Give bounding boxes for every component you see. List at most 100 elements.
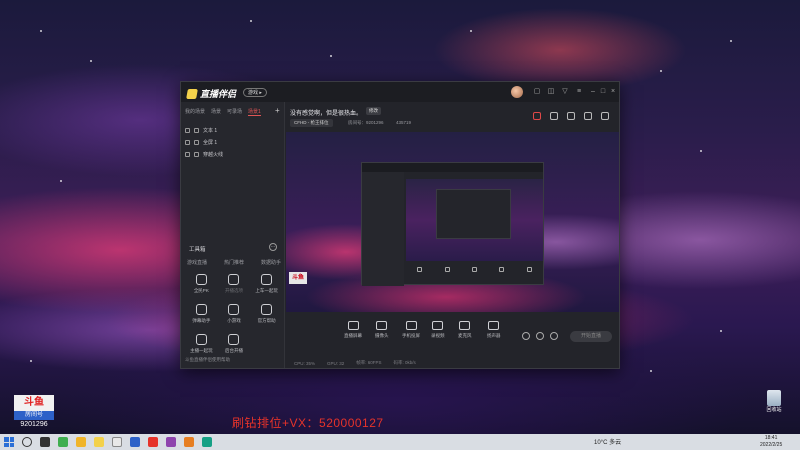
gift-icon[interactable]: ▽	[561, 88, 569, 96]
fps-stat: 帧率: 60FPS	[356, 360, 382, 365]
app-logo: 直播伴侣	[186, 87, 236, 100]
record-icon[interactable]	[533, 112, 541, 120]
wechat-icon[interactable]	[58, 437, 68, 447]
app-icon[interactable]	[130, 437, 140, 447]
tab-scene-0[interactable]: 我的场景	[185, 108, 205, 116]
avatar[interactable]	[511, 86, 523, 98]
lock-icon[interactable]	[194, 151, 199, 157]
tool-background-live[interactable]: 后台开播	[218, 334, 251, 354]
share-icon[interactable]	[601, 112, 609, 120]
close-icon[interactable]: ×	[609, 88, 617, 96]
tab-scene-1[interactable]: 场景	[211, 108, 221, 116]
gpu-stat: GPU: 32	[327, 360, 345, 366]
tool-grid: 全民PK 开播选项 上车一起玩 弹幕助手 小游戏 官方帮助 主播一起玩 后台开播	[185, 274, 283, 354]
room-id: 房间号：9201296	[348, 120, 384, 125]
nested-icon	[471, 266, 477, 272]
weather-text[interactable]: 10°C 多云	[594, 437, 621, 446]
nested-left-panel	[362, 172, 404, 286]
nested-window-2	[436, 189, 511, 239]
tool-host-play[interactable]: 主播一起玩	[185, 334, 218, 354]
lock-icon[interactable]	[194, 127, 199, 133]
edit-title-button[interactable]: 修改	[366, 107, 381, 115]
clock[interactable]: 18:41 2022/2/25	[760, 435, 782, 449]
nested-title-bar	[362, 163, 543, 172]
tab-scene-3[interactable]: 场景1	[248, 108, 261, 116]
tab-tool-2[interactable]: 数据助手	[261, 259, 281, 266]
menu-icon[interactable]: ≡	[575, 88, 583, 96]
live-companion-icon[interactable]	[94, 437, 104, 447]
tool-help[interactable]: 官方帮助	[250, 304, 283, 324]
toolbox-title: 工具箱	[189, 247, 206, 253]
pk-icon	[195, 274, 207, 285]
tool-broadcast-options[interactable]: 开播选项	[218, 274, 251, 294]
g-app-icon[interactable]	[112, 437, 122, 447]
video-icon[interactable]	[522, 332, 530, 340]
monitor-icon	[347, 321, 359, 330]
folder-icon[interactable]	[76, 437, 86, 447]
record-video-button[interactable]: 录视频	[431, 321, 445, 339]
app-icon[interactable]	[166, 437, 176, 447]
tab-scene-2[interactable]: 可录场	[227, 108, 242, 116]
windows-start-icon[interactable]	[4, 437, 14, 447]
eye-icon[interactable]	[185, 139, 190, 145]
tool-tabs: 游戏直播 热门推荐 数据助手	[187, 259, 281, 266]
settings-icon[interactable]	[550, 332, 558, 340]
source-item[interactable]: 全屏 1	[185, 136, 223, 148]
douyu-icon[interactable]	[148, 437, 158, 447]
promo-text: 刷钻排位+VX：520000127	[232, 416, 384, 430]
scissors-icon	[261, 304, 273, 315]
minimize-icon[interactable]: –	[589, 88, 597, 96]
camera-button[interactable]: 摄像头	[375, 321, 389, 339]
main-area: 没有感觉啊，但是很热血。 修改 CFHD - 枪王排位 房间号：9201296 …	[286, 102, 619, 368]
douyu-logo: 斗鱼	[14, 395, 54, 411]
stream-preview[interactable]: 斗鱼	[286, 132, 619, 312]
tool-minigame[interactable]: 小游戏	[218, 304, 251, 324]
bitrate-stat: 码率: 0kb/s	[393, 360, 416, 365]
phone-cast-button[interactable]: 手机投屏	[402, 321, 420, 339]
task-view-icon[interactable]	[40, 437, 50, 447]
eye-icon[interactable]	[536, 332, 544, 340]
eye-icon[interactable]	[185, 127, 190, 133]
tool-play-together[interactable]: 上车一起玩	[250, 274, 283, 294]
nested-icon	[417, 266, 423, 272]
lock-icon[interactable]	[194, 139, 199, 145]
download-icon	[228, 274, 240, 285]
title-bar: 直播伴侣 游戏 ▸ ▢ ◫ ▽ ≡ – □ ×	[181, 82, 619, 102]
start-live-button[interactable]: 开始直播	[570, 331, 612, 342]
skin-icon[interactable]: ◫	[547, 88, 555, 96]
screen-capture-button[interactable]: 直播屏幕	[344, 321, 362, 339]
status-bar: CPU: 35% GPU: 32 帧率: 60FPS 码率: 0kb/s	[286, 358, 619, 368]
app-icon[interactable]	[184, 437, 194, 447]
add-scene-button[interactable]: +	[275, 106, 280, 115]
nested-icon	[444, 266, 450, 272]
help-notice[interactable]: 斗鱼直播伴侣使用帮助	[185, 357, 230, 363]
speaker-button[interactable]: 扬声器	[487, 321, 501, 339]
tab-tool-1[interactable]: 热门推荐	[224, 259, 244, 266]
tool-pk[interactable]: 全民PK	[185, 274, 218, 294]
clock-date: 2022/2/25	[760, 442, 783, 448]
more-icon[interactable]: ···	[269, 243, 277, 251]
power-icon	[228, 334, 240, 345]
source-label: 文本 1	[203, 127, 218, 134]
category-chip[interactable]: CFHD - 枪王排位	[290, 119, 333, 127]
message-icon[interactable]: ▢	[533, 88, 541, 96]
recycle-bin[interactable]: 回收站	[764, 390, 784, 413]
maximize-icon[interactable]: □	[599, 88, 607, 96]
mode-badge[interactable]: 游戏 ▸	[243, 88, 267, 97]
control-bar: 直播屏幕 摄像头 手机投屏 录视频 麦克风 扬声器 开始直播	[286, 315, 619, 355]
source-item[interactable]: 文本 1	[185, 124, 223, 136]
recycle-bin-icon	[767, 390, 781, 406]
tool-danmaku[interactable]: 弹幕助手	[185, 304, 218, 324]
microphone-icon	[459, 321, 471, 330]
search-icon[interactable]	[22, 437, 32, 447]
lock-icon[interactable]	[550, 112, 558, 120]
screenshot-icon[interactable]	[567, 112, 575, 120]
microphone-button[interactable]: 麦克风	[458, 321, 472, 339]
clock-time: 18:41	[764, 435, 778, 441]
tab-tool-0[interactable]: 游戏直播	[187, 259, 207, 266]
room-number: 9201296	[20, 421, 48, 428]
bell-icon[interactable]	[584, 112, 592, 120]
eye-icon[interactable]	[185, 151, 190, 157]
source-item[interactable]: 穿越火线	[185, 148, 223, 160]
app-icon[interactable]	[202, 437, 212, 447]
